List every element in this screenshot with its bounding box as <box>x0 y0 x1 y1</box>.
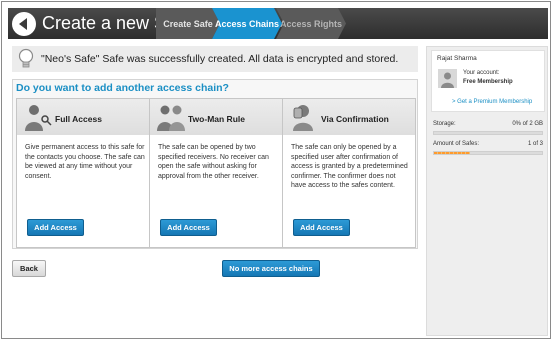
card-header: Via Confirmation <box>283 99 415 135</box>
storage-label: Storage: <box>433 121 456 127</box>
app-window: Create a new Safe Create Safe Access Rig… <box>1 1 551 339</box>
account-type: Free Membership <box>463 79 513 85</box>
account-sidebar: Rajat Sharma Your account: Free Membersh… <box>426 46 548 336</box>
person-key-icon <box>25 105 52 131</box>
user-name: Rajat Sharma <box>437 55 477 62</box>
card-title: Full Access <box>55 114 102 124</box>
panel-question: Do you want to add another access chain? <box>16 82 229 94</box>
card-description: The safe can only be opened by a specifi… <box>291 144 408 189</box>
safes-value: 1 of 3 <box>527 141 543 147</box>
step-label: Access Chains <box>214 18 280 29</box>
header-bar: Create a new Safe Create Safe Access Rig… <box>8 8 548 39</box>
account-box: Rajat Sharma Your account: Free Membersh… <box>431 50 545 112</box>
card-full-access: Full Access Give permanent access to thi… <box>16 98 150 248</box>
back-button[interactable]: Back <box>12 260 46 277</box>
success-notice: "Neo's Safe" Safe was successfully creat… <box>12 46 418 72</box>
person-hand-icon <box>293 105 313 131</box>
add-access-button[interactable]: Add Access <box>160 219 217 236</box>
safes-stat: Amount of Safes: 1 of 3 <box>433 141 543 147</box>
card-header: Full Access <box>17 99 149 135</box>
card-description: Give permanent access to this safe for t… <box>25 144 145 180</box>
card-two-man-rule: Two-Man Rule The safe can be opened by t… <box>149 98 283 248</box>
step-label: Access Rights <box>279 18 343 29</box>
card-description: The safe can be opened by two specified … <box>158 144 269 180</box>
step-access-chains[interactable]: Access Chains <box>212 8 282 39</box>
add-access-button[interactable]: Add Access <box>293 219 350 236</box>
card-via-confirmation: Via Confirmation The safe can only be op… <box>282 98 416 248</box>
notice-text: "Neo's Safe" Safe was successfully creat… <box>41 53 399 65</box>
safes-label: Amount of Safes: <box>433 141 480 147</box>
lightbulb-icon <box>18 48 34 68</box>
avatar <box>438 69 457 88</box>
add-access-button[interactable]: Add Access <box>27 219 84 236</box>
safes-progress-fill <box>434 152 470 154</box>
two-persons-icon <box>157 105 185 131</box>
safes-progress-bar <box>433 151 543 155</box>
card-title: Via Confirmation <box>321 114 389 124</box>
storage-progress-bar <box>433 131 543 135</box>
access-chain-panel: Do you want to add another access chain?… <box>12 79 418 249</box>
account-label: Your account: <box>463 70 500 76</box>
storage-value: 0% of 2 GB <box>512 121 543 127</box>
step-access-rights[interactable]: Access Rights <box>276 8 346 39</box>
card-title: Two-Man Rule <box>188 114 245 124</box>
card-header: Two-Man Rule <box>150 99 282 135</box>
no-more-access-chains-button[interactable]: No more access chains <box>222 260 320 277</box>
back-arrow-icon[interactable] <box>12 11 36 36</box>
premium-membership-link[interactable]: > Get a Premium Membership <box>452 99 532 105</box>
step-create-safe[interactable]: Create Safe <box>156 8 220 39</box>
storage-stat: Storage: 0% of 2 GB <box>433 121 543 127</box>
step-label: Create Safe <box>163 18 213 29</box>
